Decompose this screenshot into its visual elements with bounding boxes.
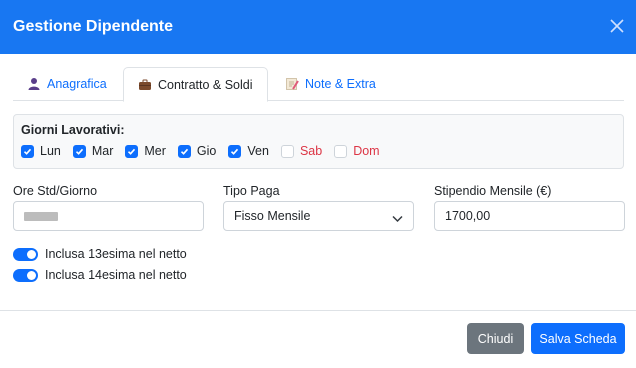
footer-divider (0, 310, 636, 311)
save-button[interactable]: Salva Scheda (531, 323, 625, 354)
day-label: Lun (40, 144, 61, 158)
day-label: Mar (91, 144, 114, 158)
day-label: Gio (196, 144, 217, 158)
work-days-title: Giorni Lavorativi: (21, 123, 125, 137)
stipendio-value: 1700,00 (445, 209, 491, 223)
chevron-down-icon (392, 212, 403, 226)
modal-title: Gestione Dipendente (13, 18, 174, 35)
day-checkbox-mer[interactable]: Mer (125, 144, 166, 158)
switch-label: Inclusa 13esima nel netto (45, 247, 187, 261)
checkbox-unchecked-icon[interactable] (280, 144, 294, 158)
work-days-panel: Giorni Lavorativi: Lun Mar Mer Gio Ven S… (13, 114, 624, 169)
checkbox-checked-icon[interactable] (125, 144, 139, 158)
tab-contratto[interactable]: Contratto & Soldi (123, 67, 268, 102)
switch-14esima[interactable]: Inclusa 14esima nel netto (13, 268, 187, 282)
close-button[interactable]: Chiudi (467, 323, 524, 354)
day-checkbox-lun[interactable]: Lun (21, 144, 61, 158)
stipendio-input[interactable]: 1700,00 (434, 201, 625, 231)
checkbox-checked-icon[interactable] (72, 144, 86, 158)
tipo-paga-label: Tipo Paga (223, 184, 280, 198)
tab-note[interactable]: Note & Extra (271, 67, 390, 101)
checkbox-unchecked-icon[interactable] (334, 144, 348, 158)
day-checkbox-gio[interactable]: Gio (177, 144, 217, 158)
stipendio-label: Stipendio Mensile (€) (434, 184, 552, 198)
close-icon[interactable] (608, 17, 626, 35)
day-checkbox-dom[interactable]: Dom (334, 144, 380, 158)
checkbox-checked-icon[interactable] (21, 144, 34, 158)
day-label: Mer (144, 144, 166, 158)
checkbox-checked-icon[interactable] (177, 144, 191, 158)
day-label: Dom (353, 144, 380, 158)
switch-label: Inclusa 14esima nel netto (45, 268, 187, 282)
toggle-switch[interactable] (13, 247, 38, 261)
day-checkbox-sab[interactable]: Sab (280, 144, 323, 158)
modal-header: Gestione Dipendente (0, 0, 636, 54)
tab-anagrafica[interactable]: Anagrafica (13, 67, 121, 101)
checkbox-checked-icon[interactable] (228, 144, 242, 158)
toggle-switch[interactable] (13, 268, 38, 282)
person-icon (27, 77, 41, 91)
tipo-paga-value: Fisso Mensile (234, 209, 311, 223)
ore-input[interactable] (13, 201, 204, 231)
day-checkbox-ven[interactable]: Ven (228, 144, 269, 158)
tipo-paga-select[interactable]: Fisso Mensile (223, 201, 414, 231)
tab-label: Anagrafica (47, 77, 107, 91)
tab-label: Contratto & Soldi (158, 77, 253, 92)
employee-modal: Gestione Dipendente Anagrafica Contratto… (0, 0, 636, 368)
switch-13esima[interactable]: Inclusa 13esima nel netto (13, 247, 187, 261)
tab-label: Note & Extra (305, 77, 376, 91)
briefcase-icon (138, 78, 152, 92)
tab-bar: Anagrafica Contratto & Soldi Note & Extr… (13, 67, 624, 102)
ore-label: Ore Std/Giorno (13, 184, 98, 198)
day-label: Ven (247, 144, 269, 158)
day-checkbox-mar[interactable]: Mar (72, 144, 114, 158)
redacted-value (24, 211, 58, 221)
memo-icon (285, 77, 299, 91)
day-label: Sab (299, 144, 323, 158)
work-days-row: Lun Mar Mer Gio Ven Sab Dom (21, 144, 392, 158)
